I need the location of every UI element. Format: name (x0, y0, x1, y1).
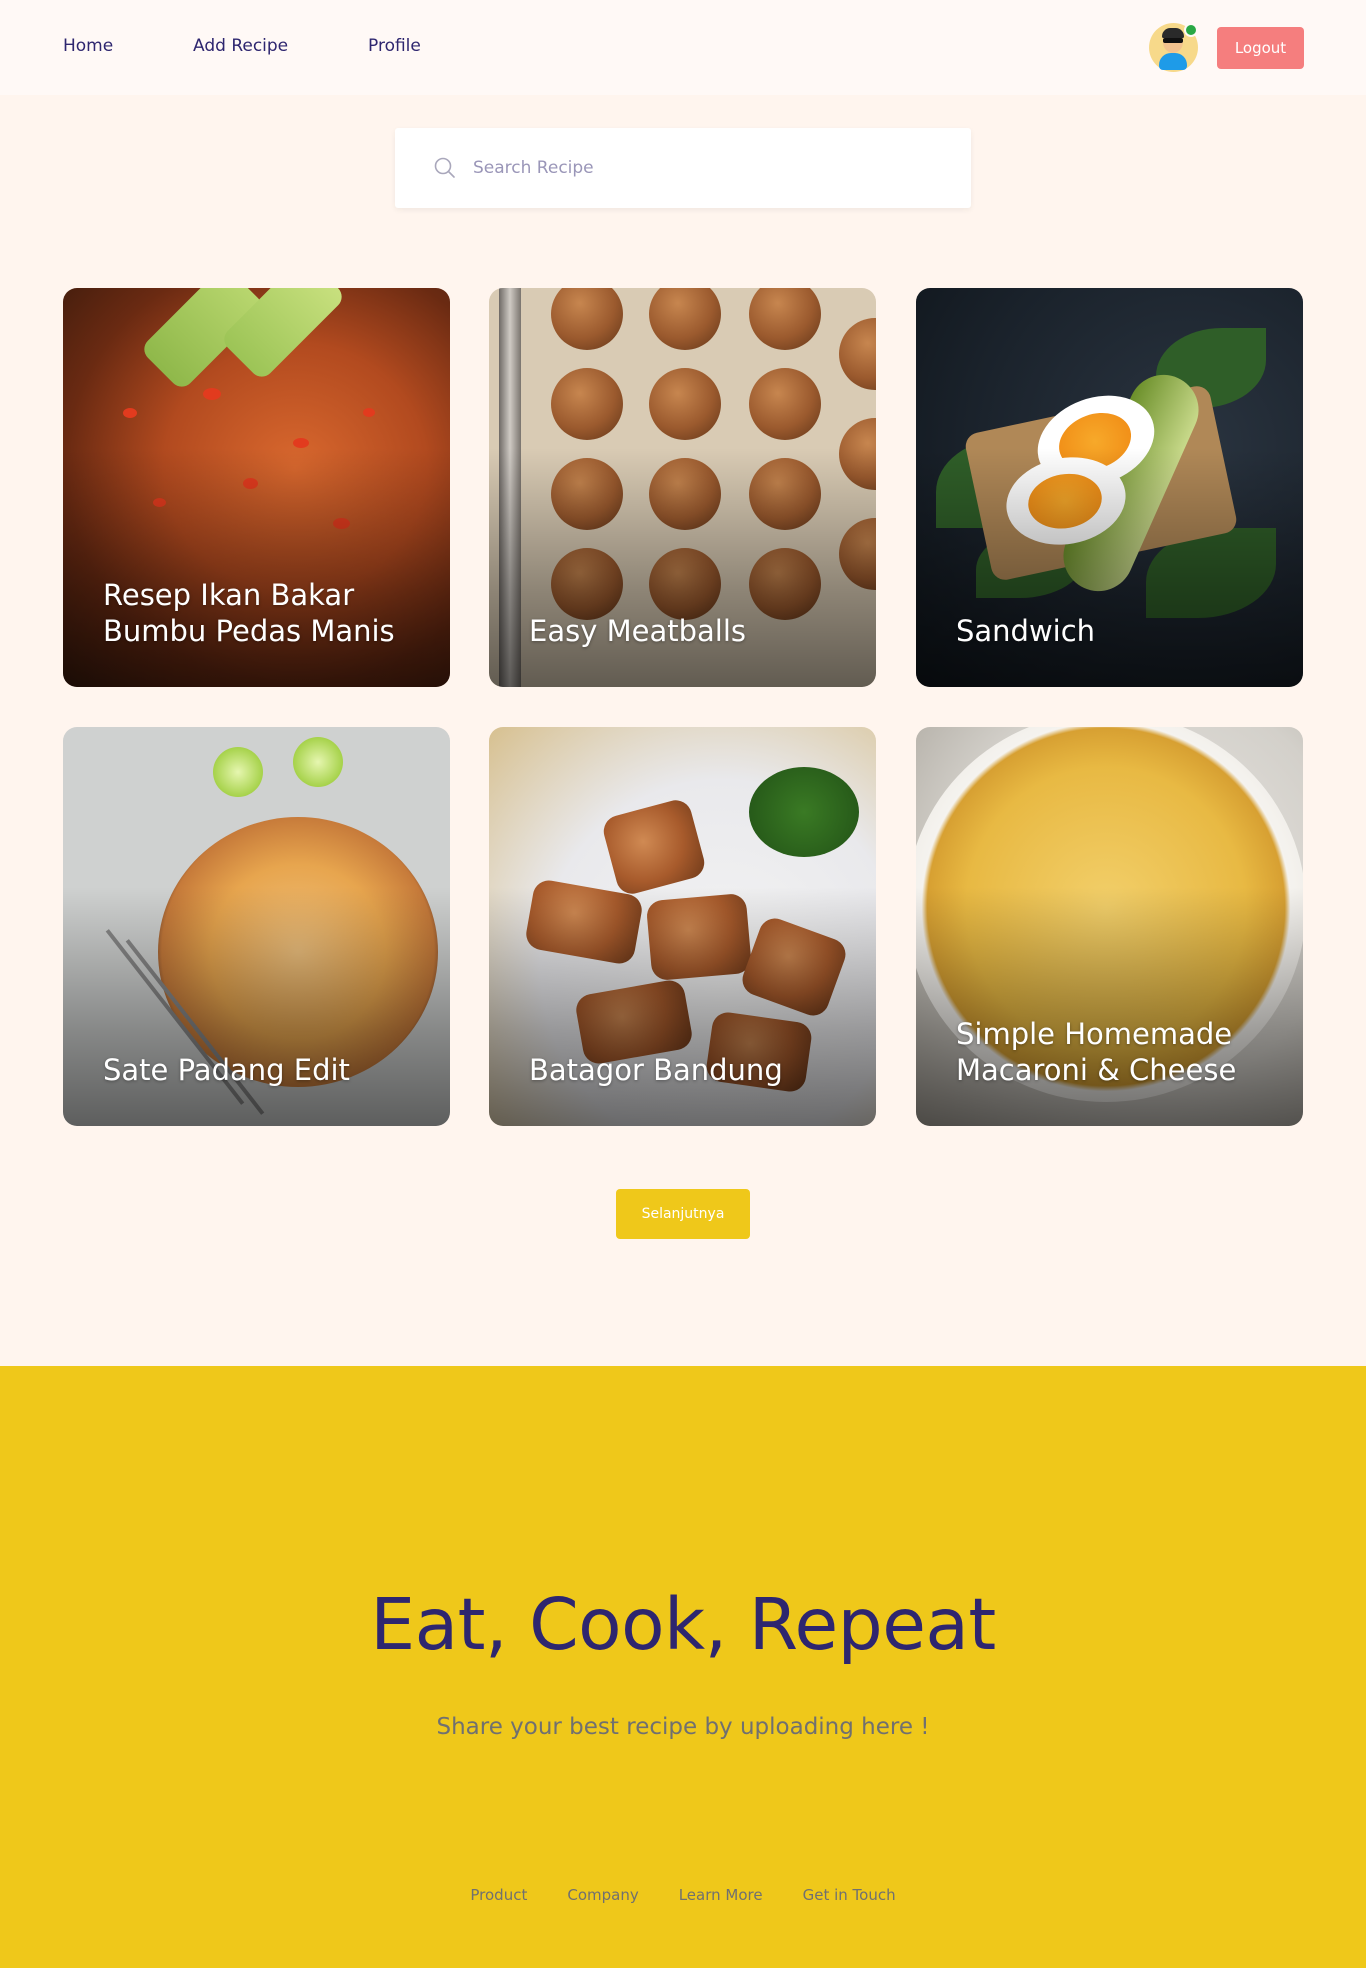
navbar: Home Add Recipe Profile Logout (0, 0, 1366, 95)
nav-profile-link[interactable]: Profile (368, 36, 421, 56)
footer-subtitle: Share your best recipe by uploading here… (436, 1714, 930, 1740)
avatar-glasses (1163, 38, 1183, 43)
image-overlay (916, 886, 1303, 1126)
lime-shape (293, 737, 343, 787)
footer-link-company[interactable]: Company (567, 1886, 638, 1904)
page: Home Add Recipe Profile Logout Search Re… (0, 0, 1366, 1968)
footer-links: Product Company Learn More Get in Touch (0, 1886, 1366, 1904)
lime-shape (213, 747, 263, 797)
avatar[interactable] (1149, 23, 1198, 72)
avatar-body (1159, 53, 1187, 70)
recipe-title: Easy Meatballs (529, 614, 746, 648)
footer-link-product[interactable]: Product (470, 1886, 527, 1904)
recipe-title: Resep Ikan Bakar Bumbu Pedas Manis (103, 578, 395, 648)
recipe-card[interactable]: Resep Ikan Bakar Bumbu Pedas Manis (63, 288, 450, 687)
footer-link-learn-more[interactable]: Learn More (679, 1886, 763, 1904)
herb-shape (749, 767, 859, 857)
chili-shape (363, 408, 375, 417)
footer: Eat, Cook, Repeat Share your best recipe… (0, 1366, 1366, 1968)
recipe-title: Sate Padang Edit (103, 1053, 350, 1087)
recipe-card[interactable]: Batagor Bandung (489, 727, 876, 1126)
recipe-card[interactable]: Sandwich (916, 288, 1303, 687)
batagor-piece-shape (600, 796, 708, 898)
recipe-card[interactable]: Sate Padang Edit (63, 727, 450, 1126)
image-overlay (489, 886, 876, 1126)
search-icon (434, 157, 455, 178)
meatball-shape (551, 368, 623, 440)
image-overlay (63, 447, 450, 687)
recipe-title: Simple Homemade Macaroni & Cheese (956, 1017, 1237, 1087)
image-overlay (63, 886, 450, 1126)
logout-button[interactable]: Logout (1217, 27, 1304, 69)
nav-home-link[interactable]: Home (63, 36, 113, 56)
image-overlay (916, 447, 1303, 687)
meatball-shape (551, 288, 623, 350)
image-overlay (489, 447, 876, 687)
search-input[interactable] (473, 148, 943, 188)
search-box (395, 128, 971, 208)
meatball-shape (649, 368, 721, 440)
meatball-shape (649, 288, 721, 350)
chili-shape (293, 438, 309, 448)
recipe-card[interactable]: Simple Homemade Macaroni & Cheese (916, 727, 1303, 1126)
avatar-hair (1162, 28, 1184, 38)
chili-shape (123, 408, 137, 418)
recipe-card[interactable]: Easy Meatballs (489, 288, 876, 687)
recipe-title: Batagor Bandung (529, 1053, 783, 1087)
online-status-dot (1184, 23, 1198, 37)
footer-link-get-in-touch[interactable]: Get in Touch (803, 1886, 896, 1904)
meatball-shape (839, 318, 876, 390)
meatball-shape (749, 288, 821, 350)
recipe-title: Sandwich (956, 614, 1096, 648)
nav-add-recipe-link[interactable]: Add Recipe (193, 36, 288, 56)
meatball-shape (749, 368, 821, 440)
footer-title: Eat, Cook, Repeat (370, 1583, 996, 1666)
chili-shape (203, 388, 221, 400)
next-page-button[interactable]: Selanjutnya (616, 1189, 750, 1239)
